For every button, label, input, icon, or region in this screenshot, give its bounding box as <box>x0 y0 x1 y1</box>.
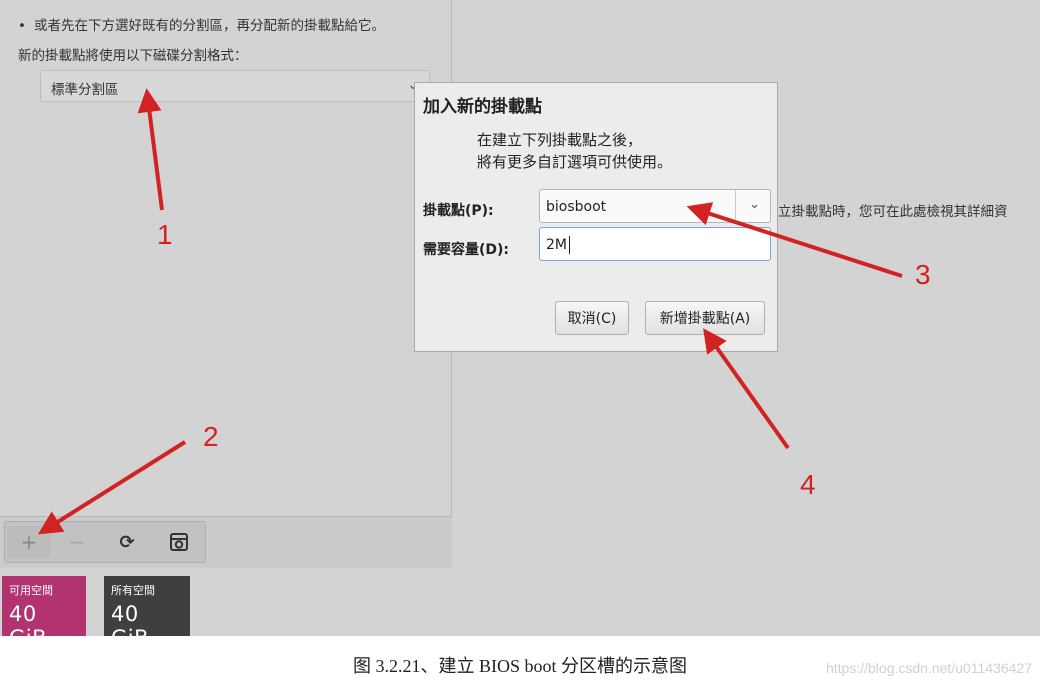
annotation-arrow-3 <box>686 202 903 278</box>
watermark-text: https://blog.csdn.net/u011436427 <box>825 660 1032 676</box>
annotation-arrow-4 <box>703 328 790 450</box>
annotation-arrow-2 <box>37 440 187 535</box>
installer-screen: • 或者先在下方選好既有的分割區，再分配新的掛載點給它。 新的掛載點將使用以下磁碟… <box>0 0 1040 636</box>
annotation-label-1: 1 <box>157 219 173 250</box>
annotation-label-4: 4 <box>800 469 816 500</box>
annotation-overlay: 1 2 3 4 <box>37 88 931 535</box>
annotation-arrow-1 <box>137 88 164 211</box>
annotation-label-3: 3 <box>915 259 931 290</box>
annotation-label-2: 2 <box>203 421 219 452</box>
